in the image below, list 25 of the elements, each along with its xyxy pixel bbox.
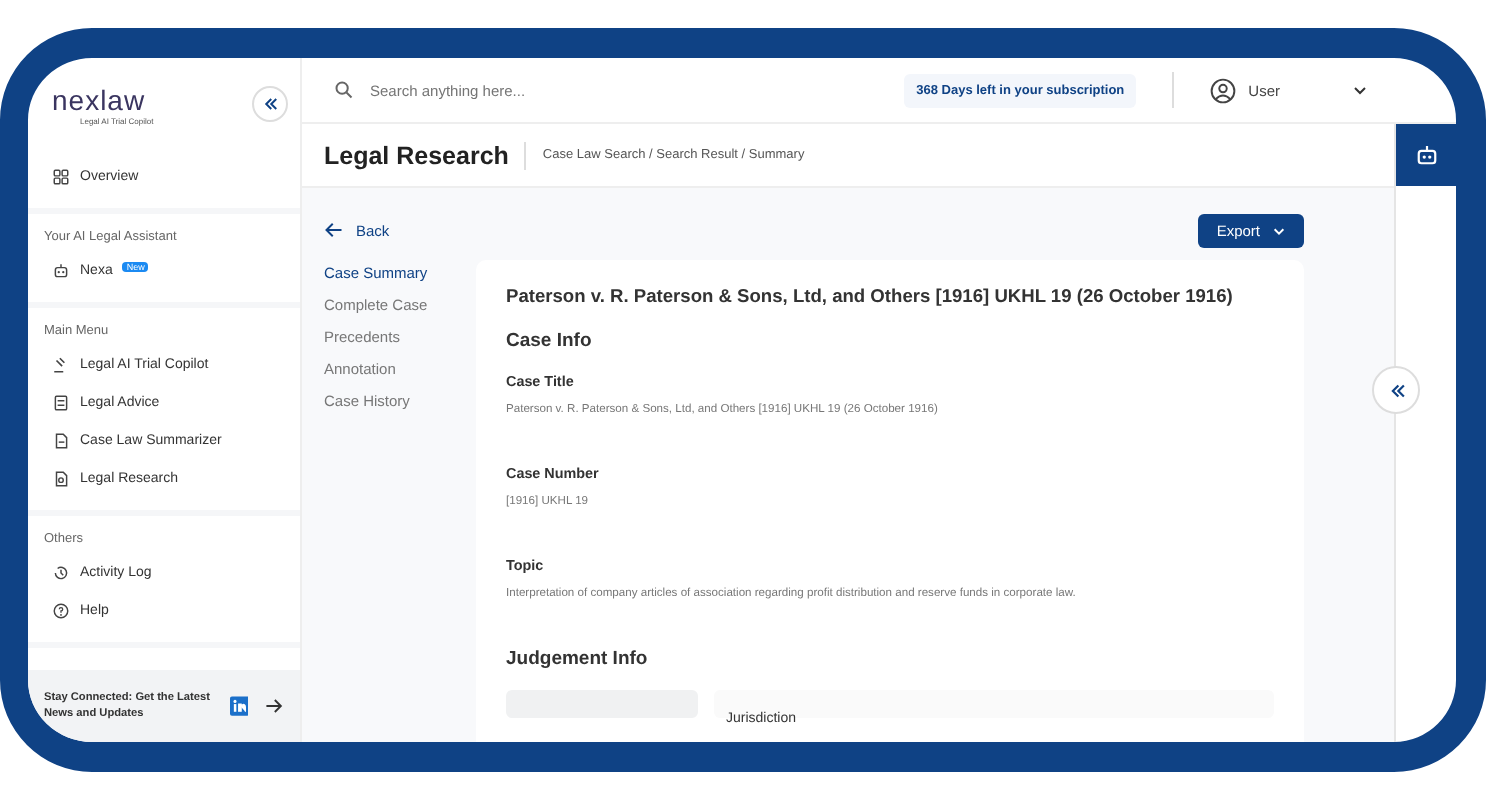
search-icon <box>334 80 354 100</box>
expand-panel-button[interactable] <box>1372 366 1420 414</box>
section-heading: Case Info <box>506 330 594 352</box>
assistant-button[interactable] <box>1396 124 1456 186</box>
social-icon[interactable] <box>229 696 249 716</box>
arrow-left-icon <box>324 220 344 240</box>
case-title: Paterson v. R. Paterson & Sons, Ltd, and Others [1916] UKHL 19 (26 October 1916) <box>506 286 1235 306</box>
menu-item-icon <box>52 168 70 186</box>
menu-item-icon <box>52 602 70 620</box>
page-title: Legal Research <box>324 141 527 169</box>
menu-item-icon <box>52 470 70 488</box>
caret-icon <box>1272 223 1286 237</box>
menu-item-icon <box>52 356 70 374</box>
menu-item-icon <box>52 564 70 582</box>
logo-wordmark: nexlaw <box>52 83 148 115</box>
menu-item-icon <box>52 432 70 450</box>
collapse-button[interactable] <box>252 86 288 122</box>
menu-item-icon <box>52 394 70 412</box>
double-chevron-icon <box>260 94 280 114</box>
section-heading: Judgement Info <box>506 648 650 670</box>
dropdown-caret-icon[interactable] <box>1352 82 1368 98</box>
arrow-right-icon[interactable] <box>264 696 284 716</box>
user-avatar-icon[interactable] <box>1210 77 1237 103</box>
robot-icon <box>1415 144 1437 166</box>
menu-item-icon <box>52 262 70 280</box>
